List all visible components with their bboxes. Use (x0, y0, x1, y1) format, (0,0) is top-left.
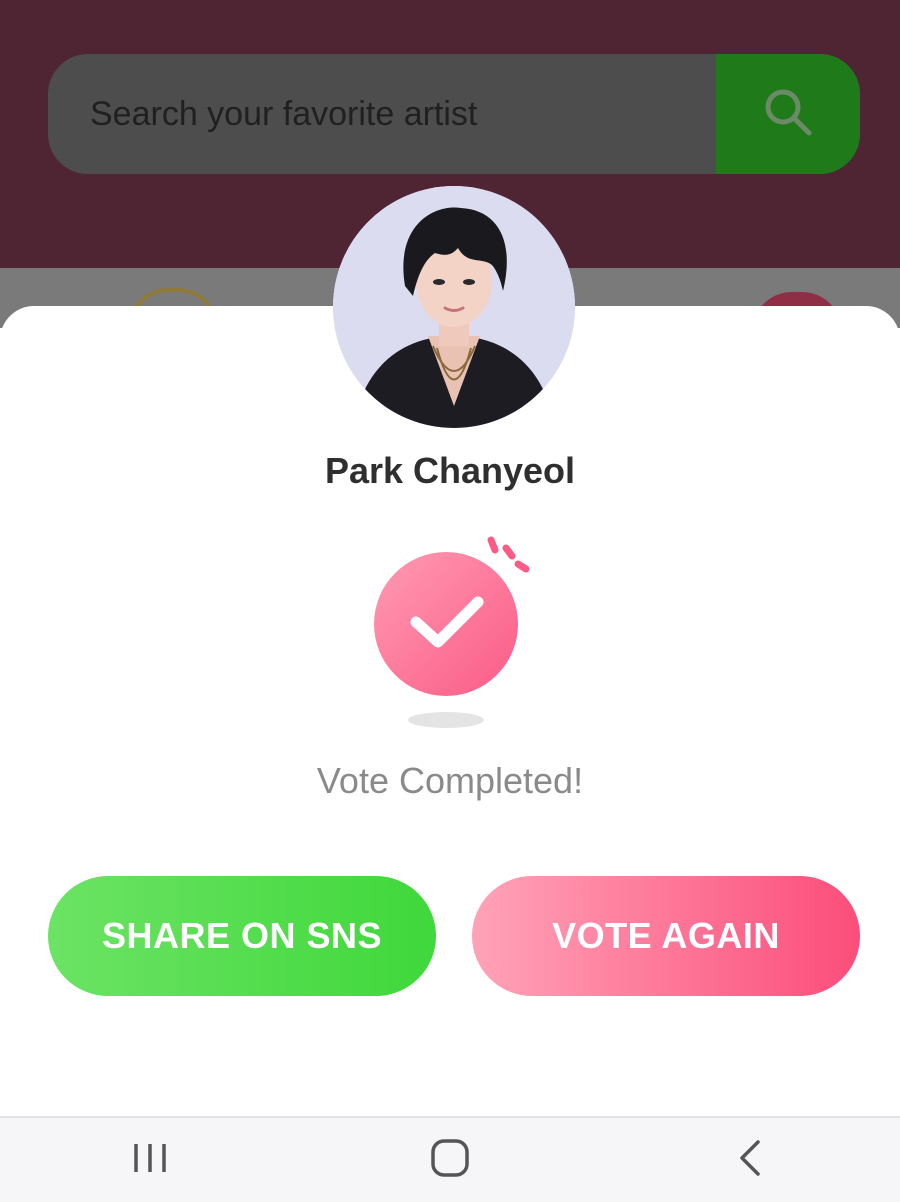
checkmark-circle (374, 552, 518, 696)
artist-name: Park Chanyeol (324, 450, 576, 491)
search-input[interactable] (48, 54, 716, 174)
recent-apps-button[interactable] (105, 1130, 195, 1190)
vote-again-button[interactable]: VOTE AGAIN (472, 876, 860, 996)
vote-status-text: Vote Completed! (316, 760, 584, 801)
back-icon (730, 1138, 770, 1183)
artist-avatar (333, 186, 575, 428)
badge-shadow (408, 712, 484, 728)
search-icon (761, 85, 815, 144)
share-on-sns-button[interactable]: SHARE ON SNS (48, 876, 436, 996)
recent-apps-icon (130, 1138, 170, 1183)
vote-complete-badge (360, 530, 550, 730)
search-bar (48, 54, 860, 174)
system-nav-bar (0, 1116, 900, 1202)
home-button[interactable] (405, 1130, 495, 1190)
back-button[interactable] (705, 1130, 795, 1190)
checkmark-icon (406, 592, 486, 657)
search-button[interactable] (716, 54, 860, 174)
home-icon (428, 1136, 472, 1185)
